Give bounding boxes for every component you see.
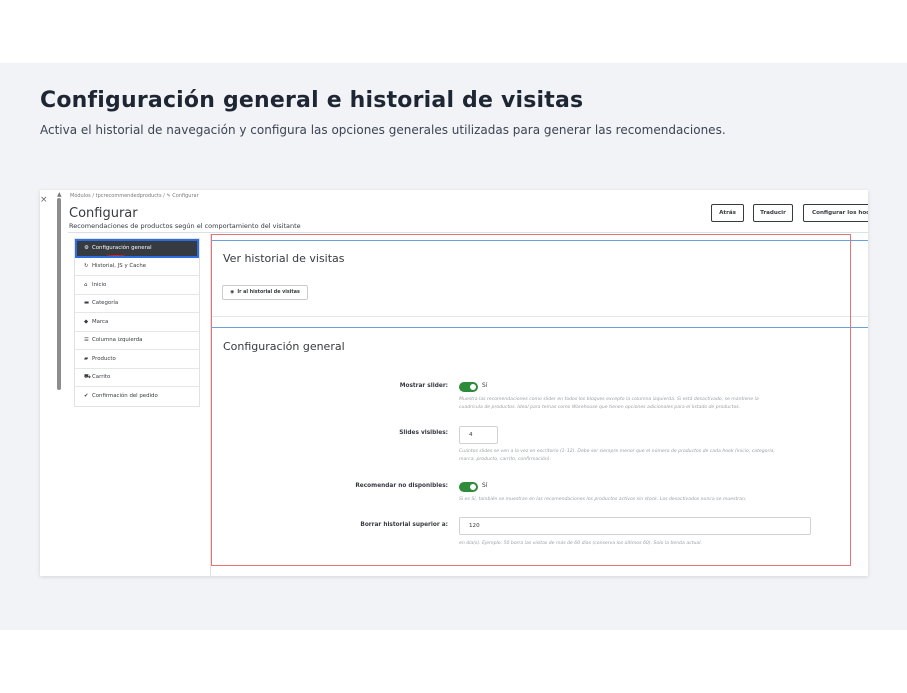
content-left-border [210, 234, 211, 576]
sidebar-item-label: Carrito [92, 374, 111, 381]
annotation-underline [106, 253, 126, 256]
sidebar-item-home[interactable]: ⌂ Inicio [75, 276, 199, 295]
show-slider-value: Sí [482, 383, 488, 389]
sidebar-item-product[interactable]: ▰ Producto [75, 350, 199, 369]
recommend-unavailable-toggle[interactable] [459, 482, 478, 492]
breadcrumb[interactable]: Módulos / tpcrecommendedproducts / ✎ Con… [70, 193, 199, 199]
scroll-up-icon[interactable]: ▲ [57, 191, 62, 198]
general-panel-top-border [211, 327, 868, 328]
sidebar-item-label: Columna izquierda [92, 337, 143, 344]
close-icon[interactable]: × [40, 195, 48, 205]
clear-history-days-input[interactable]: 120 [459, 517, 811, 535]
translate-button[interactable]: Traducir [753, 204, 793, 222]
scrollbar-thumb[interactable] [57, 198, 61, 390]
refresh-icon: ↻ [84, 263, 89, 270]
eye-icon: ◉ [230, 290, 235, 295]
config-sidebar: ⚙ Configuración general ↻ Historial, JS … [74, 238, 200, 407]
sidebar-item-label: Categoría [92, 300, 119, 307]
clear-history-label: Borrar historial superior a: [360, 522, 448, 528]
sidebar-item-order-confirmation[interactable]: ✔ Confirmación del pedido [75, 387, 199, 406]
history-panel-top-border [211, 240, 868, 241]
cart-icon: ⛟ [84, 373, 91, 380]
recommend-unavailable-value: Sí [482, 483, 488, 489]
sidebar-item-label: Producto [92, 355, 116, 362]
home-icon: ⌂ [84, 281, 88, 288]
back-button[interactable]: Atrás [711, 204, 744, 222]
sidebar-item-general[interactable]: ⚙ Configuración general [75, 239, 199, 258]
configure-hooks-button[interactable]: Configurar los hooks [803, 204, 868, 222]
hero-title: Configuración general e historial de vis… [40, 88, 584, 113]
folder-icon: ▬ [84, 300, 90, 307]
history-panel-title: Ver historial de visitas [223, 252, 345, 265]
sidebar-item-label: Inicio [92, 281, 107, 288]
history-panel-bottom-border [211, 316, 868, 317]
visible-slides-help-line2: marca, producto, carrito, confirmación). [459, 457, 552, 462]
view-history-button[interactable]: ◉ Ir al historial de visitas [222, 285, 308, 300]
visible-slides-help-line1: Cuántos slides se ven a la vez en escrit… [459, 449, 775, 454]
sidebar-item-left-column[interactable]: ☰ Columna izquierda [75, 332, 199, 350]
sidebar-item-label: Confirmación del pedido [92, 393, 158, 400]
page-title: Configurar [69, 206, 138, 221]
show-slider-label: Mostrar slider: [399, 383, 448, 389]
book-icon: ▰ [84, 355, 89, 362]
header-divider [68, 232, 868, 233]
sidebar-item-label: Configuración general [92, 244, 152, 251]
columns-icon: ☰ [84, 337, 89, 344]
recommend-unavailable-label: Recomendar no disponibles: [355, 483, 448, 489]
sidebar-item-label: Marca [92, 318, 109, 325]
sidebar-item-category[interactable]: ▬ Categoría [75, 295, 199, 313]
check-icon: ✔ [84, 393, 89, 400]
admin-screenshot: × ▲ Módulos / tpcrecommendedproducts / ✎… [40, 190, 868, 576]
sidebar-item-brand[interactable]: ◆ Marca [75, 313, 199, 332]
sidebar-item-history-js-cache[interactable]: ↻ Historial, JS y Cache [75, 258, 199, 276]
visible-slides-label: Slides visibles: [399, 430, 448, 436]
page-subtitle: Recomendaciones de productos según el co… [69, 222, 301, 230]
tag-icon: ◆ [84, 318, 89, 325]
general-panel-title: Configuración general [223, 340, 345, 353]
show-slider-toggle[interactable] [459, 382, 478, 392]
show-slider-help-line1: Muestra las recomendaciones como slider … [459, 397, 759, 402]
show-slider-help-line2: cuadrícula de productos. Ideal para tema… [459, 405, 741, 410]
recommend-unavailable-help: Si es Sí, también se muestran en las rec… [459, 497, 747, 502]
cogs-icon: ⚙ [84, 244, 89, 251]
clear-history-help: en día(s). Ejemplo: 50 borra las visitas… [459, 541, 702, 546]
sidebar-item-label: Historial, JS y Cache [92, 263, 147, 270]
hero-subtitle: Activa el historial de navegación y conf… [40, 123, 726, 137]
view-history-button-label: Ir al historial de visitas [237, 290, 300, 295]
sidebar-item-cart[interactable]: ⛟ Carrito [75, 369, 199, 387]
visible-slides-input[interactable]: 4 [459, 426, 498, 444]
